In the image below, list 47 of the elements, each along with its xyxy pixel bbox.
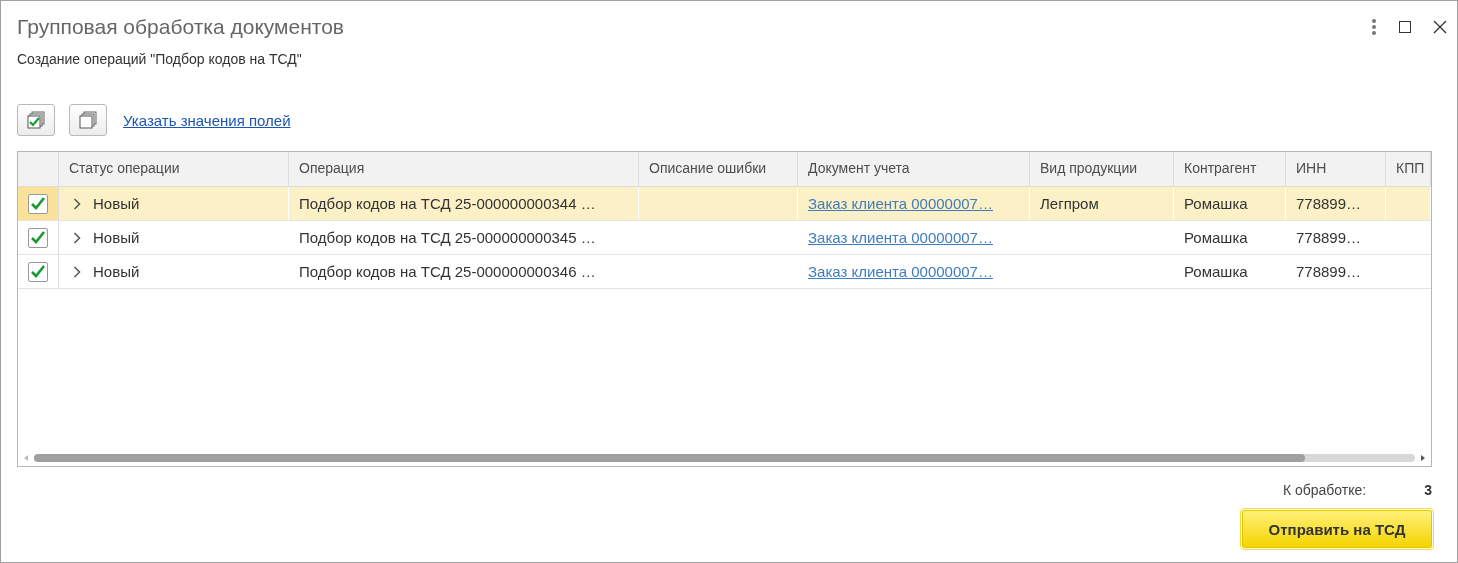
column-header[interactable]: Статус операции: [59, 152, 289, 186]
set-field-values-link[interactable]: Указать значения полей: [123, 111, 291, 129]
column-header[interactable]: ИНН: [1286, 152, 1386, 186]
column-header[interactable]: Операция: [289, 152, 639, 186]
close-icon[interactable]: [1433, 20, 1447, 34]
to-process-label: К обработке:: [1282, 482, 1367, 498]
table-cell: Новый: [93, 229, 140, 246]
checkbox[interactable]: [28, 261, 48, 282]
table-cell: 778899…: [1296, 263, 1362, 280]
more-icon[interactable]: [1371, 19, 1377, 35]
table-row[interactable]: Новый Подбор кодов на ТСД 25-000000000344 … Заказ клиента 00000007… Легпром Ромашка 778899…: [18, 187, 1431, 221]
uncheck-all-button[interactable]: [69, 104, 107, 136]
table-row[interactable]: Новый Подбор кодов на ТСД 25-000000000345 … Заказ клиента 00000007… Ромашка 778899…: [18, 221, 1431, 255]
column-header[interactable]: КПП: [1386, 152, 1431, 186]
stack-icon: [79, 111, 97, 129]
check-all-button[interactable]: [17, 104, 55, 136]
column-header[interactable]: Контрагент: [1174, 152, 1286, 186]
column-header[interactable]: Документ учета: [798, 152, 1030, 186]
table-cell: Подбор кодов на ТСД 25-000000000345 …: [299, 229, 596, 246]
to-process-count: 3: [1424, 482, 1432, 498]
table-cell: Ромашка: [1184, 195, 1248, 212]
document-link[interactable]: Заказ клиента 00000007…: [808, 263, 993, 280]
window-title: Групповая обработка документов: [17, 15, 345, 39]
maximize-icon[interactable]: [1399, 21, 1411, 33]
checkbox[interactable]: [28, 193, 48, 214]
document-link[interactable]: Заказ клиента 00000007…: [808, 229, 993, 246]
column-header[interactable]: Описание ошибки: [639, 152, 798, 186]
table-cell: Новый: [93, 195, 140, 212]
table-cell: Подбор кодов на ТСД 25-000000000346 …: [299, 263, 596, 280]
subtitle: Создание операций "Подбор кодов на ТСД": [17, 51, 303, 67]
table-cell: Подбор кодов на ТСД 25-000000000344 …: [299, 195, 596, 212]
table-cell: Легпром: [1040, 195, 1099, 212]
send-button[interactable]: Отправить на ТСД: [1242, 510, 1432, 548]
checkbox[interactable]: [28, 227, 48, 248]
chevron-right-icon[interactable]: [73, 231, 81, 244]
table-row[interactable]: Новый Подбор кодов на ТСД 25-000000000346 … Заказ клиента 00000007… Ромашка 778899…: [18, 255, 1431, 289]
table-cell: 778899…: [1296, 195, 1362, 212]
chevron-right-icon[interactable]: [73, 197, 81, 210]
document-link[interactable]: Заказ клиента 00000007…: [808, 195, 993, 212]
table-cell: 778899…: [1296, 229, 1362, 246]
column-header[interactable]: Вид продукции: [1030, 152, 1174, 186]
chevron-right-icon[interactable]: [73, 265, 81, 278]
table-cell: Новый: [93, 263, 140, 280]
scroll-right-icon[interactable]: [1421, 455, 1425, 461]
table-cell: Ромашка: [1184, 263, 1248, 280]
checked-stack-icon: [27, 111, 45, 129]
table-cell: Ромашка: [1184, 229, 1248, 246]
